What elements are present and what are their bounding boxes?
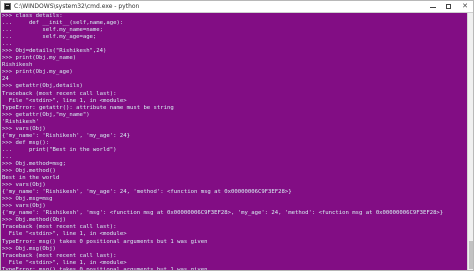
window-controls: ✕ [425, 1, 473, 12]
console-line: >>> Obj.method=msg; [2, 160, 66, 167]
console-line: Rishikesh [2, 62, 33, 69]
console-line: {'my_name': 'Rishikesh', 'my_age': 24} [2, 132, 130, 139]
console-line: Traceback (most recent call last): [2, 252, 117, 259]
console-line: ... print("Best in the world") [2, 146, 117, 153]
window-title: C:\WINDOWS\system32\cmd.exe - python [14, 3, 140, 10]
console-line: ... [2, 153, 13, 160]
console-line: ... [2, 41, 13, 48]
console-line: Best in the world [2, 175, 60, 182]
console-line: ... def __init__(self,name,age): [2, 20, 124, 27]
close-icon[interactable]: ✕ [457, 1, 473, 12]
console-output[interactable]: >>> class details:... def __init__(self,… [1, 13, 467, 271]
scrollbar-thumb[interactable] [469, 241, 473, 269]
console-line: >>> getattr(Obj,details) [2, 83, 83, 90]
console-line: >>> vars(Obj) [2, 203, 46, 210]
cmd-app-icon [4, 3, 11, 10]
console-line: >>> class details: [2, 13, 63, 19]
console-line: File "<stdin>", line 1, in <module> [2, 97, 127, 104]
console-line: >>> Obj.method(Obj) [2, 217, 66, 224]
console-line: >>> Obj.msg(Obj) [2, 245, 56, 252]
console-line: File "<stdin>", line 1, in <module> [2, 231, 127, 238]
console-line: >>> def msg(): [2, 139, 50, 146]
title-bar[interactable]: C:\WINDOWS\system32\cmd.exe - python ✕ [1, 1, 473, 13]
console-line: {'my_name': 'Rishikesh', 'my_age': 24, '… [2, 189, 292, 196]
console-line: {'my_name': 'Rishikesh', 'msg': <functio… [2, 210, 444, 217]
console-line: ... self.my_name=name; [2, 27, 104, 34]
minimize-icon[interactable] [425, 1, 441, 12]
console-line: >>> Obj.method() [2, 168, 56, 175]
console-line: >>> print(Obj.my_age) [2, 69, 73, 76]
console-line: ... self.my_age=age; [2, 34, 97, 41]
console-line: >>> getattr(Obj,"my_name") [2, 111, 90, 118]
console-window: C:\WINDOWS\system32\cmd.exe - python ✕ >… [0, 0, 474, 271]
console-line: 24 [2, 76, 9, 83]
console-line: >>> Obj.msg=msg [2, 196, 53, 203]
console-line: TypeError: msg() takes 0 positional argu… [2, 238, 208, 245]
console-line: 'Rishikesh' [2, 118, 40, 125]
console-line: >>> vars(Obj) [2, 125, 46, 132]
console-line: >>> Obj=details("Rishikesh",24) [2, 48, 107, 55]
console-line: Traceback (most recent call last): [2, 224, 117, 231]
console-lines: >>> class details:... def __init__(self,… [2, 13, 444, 271]
console-line: File "<stdin>", line 1, in <module> [2, 259, 127, 266]
console-line: TypeError: getattr(): attribute name mus… [2, 104, 174, 111]
console-line: >>> print(Obj.my_name) [2, 55, 77, 62]
console-line: >>> vars(Obj) [2, 182, 46, 189]
maximize-icon[interactable] [441, 1, 457, 12]
console-line: TypeError: msg() takes 0 positional argu… [2, 266, 208, 271]
console-line: Traceback (most recent call last): [2, 90, 117, 97]
vertical-scrollbar[interactable] [467, 13, 473, 270]
